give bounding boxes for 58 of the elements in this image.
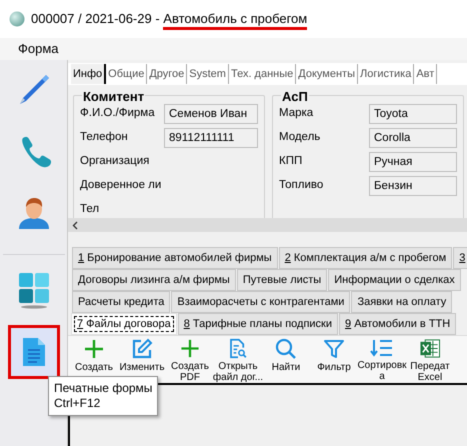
document-search-icon [227, 338, 249, 359]
plus-icon [83, 338, 105, 360]
text-field[interactable]: 89112111111 [164, 128, 258, 148]
tab[interactable]: Инфо [71, 64, 106, 84]
tab[interactable]: Информации о сделках [328, 269, 461, 291]
toolbar-button[interactable]: Создать PDF [166, 338, 214, 383]
tab[interactable]: Общие [106, 64, 148, 84]
tab[interactable]: Авт [414, 64, 438, 84]
tab[interactable]: Расчеты кредита [72, 291, 170, 313]
tab[interactable]: Документы [296, 64, 358, 84]
field-label: Телефон [80, 130, 129, 146]
tab[interactable]: 8 Тарифные планы подписки [178, 313, 338, 335]
spreadsheet-icon [419, 338, 441, 359]
field-label: Организация [80, 154, 150, 170]
text-field[interactable]: Toyota [369, 104, 457, 124]
tab[interactable]: Тех. данные [228, 64, 296, 84]
tab[interactable]: Заявки на оплату [351, 291, 452, 313]
field-label: Топливо [279, 178, 324, 194]
menu-item[interactable]: Форма [12, 39, 65, 59]
tab[interactable]: 2 Комплектация а/м с пробегом [278, 247, 452, 269]
field-label: Марка [279, 106, 314, 122]
person-icon [16, 195, 50, 231]
window-title: 000007 / 2021-06-29 - Автомобиль с пробегом [31, 9, 308, 29]
scroll-left-icon[interactable] [72, 220, 78, 230]
toolbar-button[interactable]: Открыть файл дог... [214, 338, 262, 383]
field-label: Тел [80, 202, 100, 218]
tab[interactable]: 3 [453, 247, 467, 269]
field-label: Доверенное ли [80, 178, 162, 194]
plus-icon [179, 338, 201, 359]
tiles-icon [16, 271, 50, 309]
status-orb-icon [9, 11, 25, 27]
text-field[interactable]: Ручная [369, 152, 457, 172]
toolbar-button[interactable]: Фильтр [310, 338, 358, 383]
document-icon [22, 337, 46, 367]
filter-icon [323, 338, 345, 360]
field-label: Модель [279, 130, 322, 146]
text-field[interactable]: Бензин [369, 176, 457, 196]
toolbar-button[interactable]: Сортировк а [358, 338, 406, 383]
edit-icon [131, 338, 153, 360]
text-field[interactable]: Corolla [369, 128, 457, 148]
text-field[interactable]: Семенов Иван [164, 104, 258, 124]
sort-icon [370, 338, 394, 358]
toolbar-button[interactable]: Передат Excel [406, 338, 454, 383]
tooltip: Печатные формы Ctrl+F12 [48, 376, 158, 416]
tab[interactable]: Логистика [358, 64, 414, 84]
field-label: КПП [279, 154, 304, 170]
tab[interactable]: 9 Автомобили в ТТН [339, 313, 456, 335]
tab[interactable]: Путевые листы [236, 269, 328, 291]
tab[interactable]: 1 Бронирование автомобилей фирмы [72, 247, 278, 269]
search-icon [275, 338, 297, 360]
tab[interactable]: Другое [147, 64, 188, 84]
sidebar-item[interactable] [8, 325, 60, 379]
tab[interactable]: 7 Файлы договора [71, 313, 177, 335]
toolbar-button[interactable]: Найти [262, 338, 310, 383]
tab[interactable]: Договоры лизинга а/м фирмы [72, 269, 236, 291]
tab[interactable]: Взаиморасчеты с контрагентами [171, 291, 350, 313]
tab[interactable]: System [187, 64, 229, 84]
field-label: Ф.И.О./Фирма [80, 106, 156, 122]
